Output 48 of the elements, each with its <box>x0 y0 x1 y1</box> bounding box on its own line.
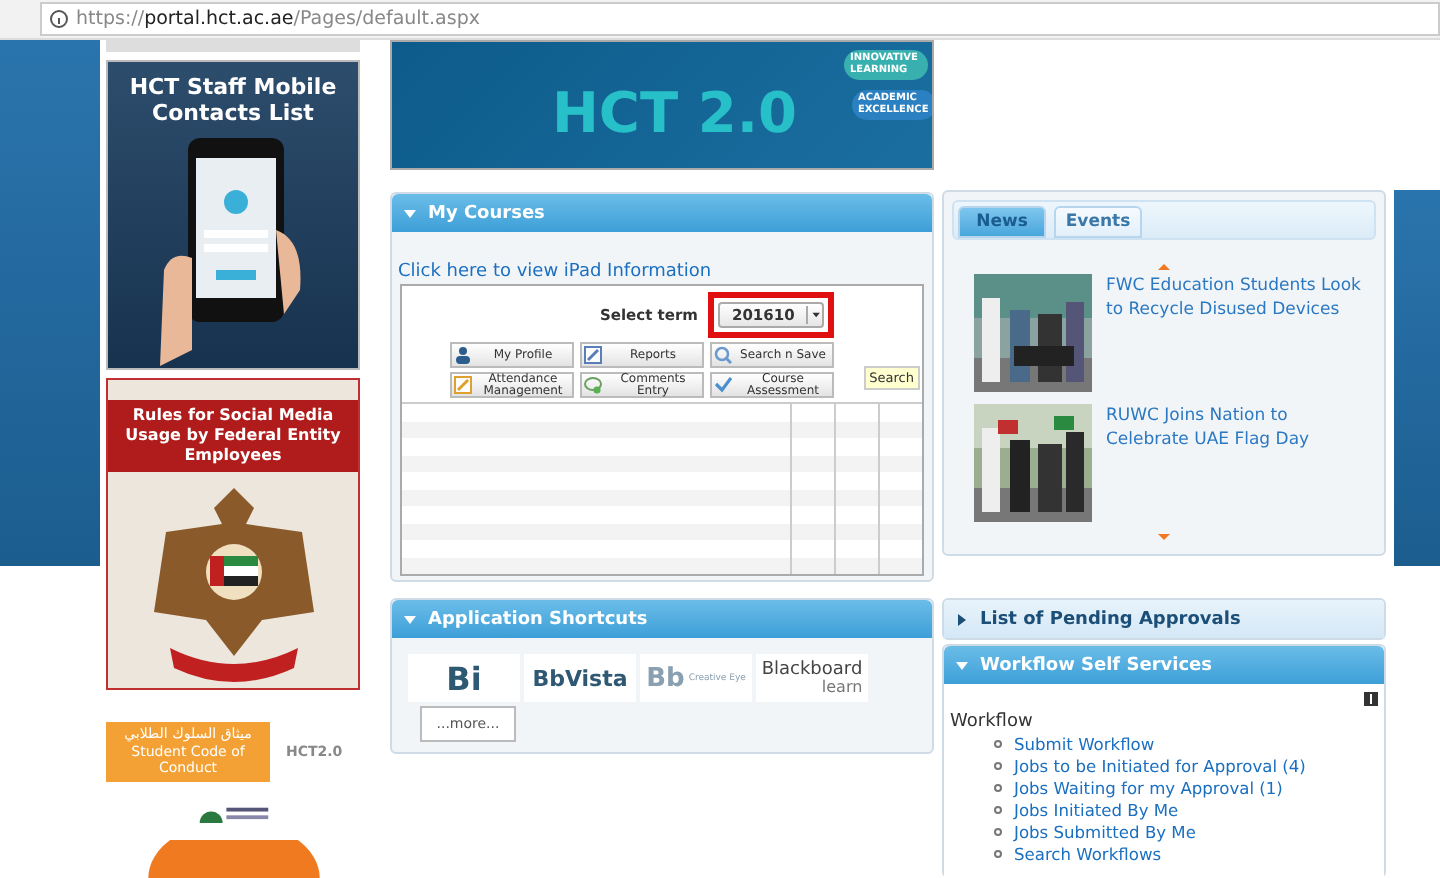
expand-arrow-icon[interactable] <box>956 613 968 625</box>
check-icon <box>714 376 732 394</box>
banner-title: HCT 2.0 <box>552 86 797 142</box>
workflow-link[interactable]: Jobs Initiated By Me <box>1014 799 1179 819</box>
collapse-arrow-icon[interactable] <box>404 613 416 625</box>
app-logo-text: Bi <box>446 659 482 697</box>
workflow-link[interactable]: Search Workflows <box>1014 843 1162 863</box>
app-shortcut[interactable]: Bi <box>408 654 520 702</box>
app-logo-text: Blackboard <box>761 661 863 679</box>
panel-header[interactable]: List of Pending Approvals <box>944 600 1384 638</box>
person-icon <box>454 346 472 364</box>
app-logo-text: Bb <box>646 663 685 693</box>
ad-title: HCT Staff Mobile Contacts List <box>127 71 339 130</box>
dropdown-caret-icon <box>806 305 822 323</box>
ipad-info-link[interactable]: Click here to view iPad Information <box>398 262 712 282</box>
highlight-frame <box>707 291 834 337</box>
tab[interactable]: News <box>958 206 1046 238</box>
workflow-link[interactable]: Jobs Submitted By Me <box>1014 821 1196 841</box>
panel-title: My Courses <box>428 203 545 223</box>
news-link[interactable]: RUWC Joins Nation to Celebrate UAE Flag Day <box>1106 404 1366 534</box>
collapse-arrow-icon[interactable] <box>956 659 968 671</box>
app-logo-text: BbVista <box>532 665 628 691</box>
mobile-contacts-ad[interactable]: HCT Staff Mobile Contacts List <box>106 59 360 371</box>
news-link[interactable]: FWC Education Students Look to Recycle Disused Devices <box>1106 274 1366 404</box>
url-text: https://portal.hct.ac.ae/Pages/default.aspx <box>76 8 480 30</box>
book-icon[interactable] <box>1364 692 1378 706</box>
scroll-up-icon[interactable] <box>1158 264 1170 270</box>
panel-title: List of Pending Approvals <box>980 609 1241 629</box>
workflow-link[interactable]: Jobs Waiting for my Approval (1) <box>1014 777 1283 797</box>
workflow-link[interactable]: Submit Workflow <box>1014 733 1155 753</box>
app-logo-subtext: learn <box>821 679 863 695</box>
section-label: Workflow <box>950 712 1035 732</box>
collapse-arrow-icon[interactable] <box>404 207 416 219</box>
panel-title: Workflow Self Services <box>980 655 1213 675</box>
comment-icon <box>584 376 602 394</box>
tab[interactable]: Events <box>1054 206 1142 238</box>
edit-icon <box>454 376 472 394</box>
app-shortcut[interactable]: Blackboard learn <box>756 654 868 702</box>
scroll-down-icon[interactable] <box>1158 534 1170 540</box>
workflow-link[interactable]: Jobs to be Initiated for Approval (4) <box>1014 755 1306 775</box>
ad-title: Rules for Social Media Usage by Federal Entity Employees <box>108 400 358 473</box>
search-icon <box>714 346 732 364</box>
address-bar[interactable]: https://portal.hct.ac.ae/Pages/default.aspx <box>40 2 1440 36</box>
app-shortcut[interactable]: BbVista <box>524 654 636 702</box>
social-media-rules-ad[interactable]: Rules for Social Media Usage by Federal Entity Employees <box>106 378 360 691</box>
panel-title: Application Shortcuts <box>428 609 648 629</box>
info-icon <box>50 10 68 28</box>
report-icon <box>584 346 602 364</box>
